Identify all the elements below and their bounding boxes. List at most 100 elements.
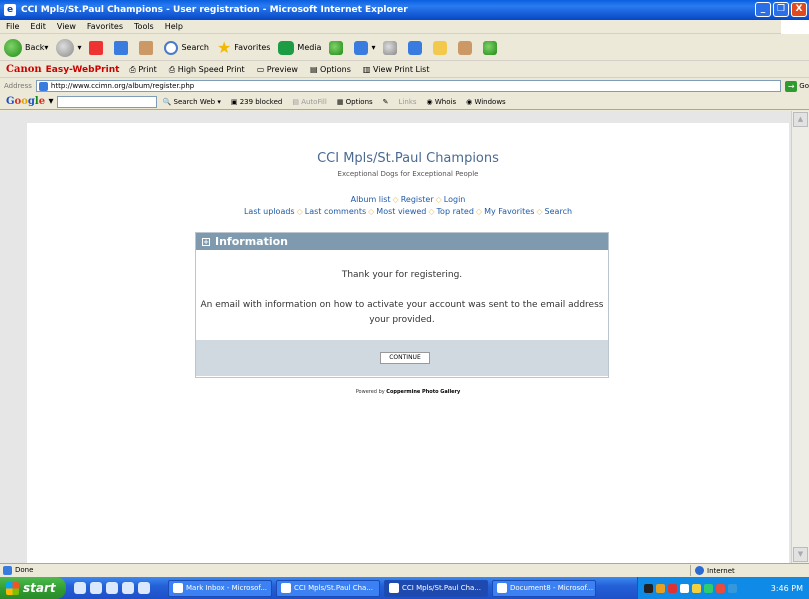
- globe-icon: [695, 566, 704, 575]
- popup-blocker-button[interactable]: ▣ 239 blocked: [231, 98, 283, 106]
- canon-print-button[interactable]: ⎙ Print: [129, 65, 156, 75]
- refresh-button[interactable]: [114, 40, 131, 55]
- folder-button[interactable]: [433, 40, 450, 55]
- canon-options-button[interactable]: ▤ Options: [310, 65, 351, 74]
- word-icon: [497, 583, 507, 593]
- go-button[interactable]: → Go: [785, 80, 809, 92]
- whois-label: Whois: [434, 97, 457, 106]
- menu-file[interactable]: File: [6, 22, 19, 31]
- research-button[interactable]: [458, 40, 475, 55]
- outlook-icon: [173, 583, 183, 593]
- search-button[interactable]: Search: [164, 40, 209, 55]
- ie-icon: [281, 583, 291, 593]
- nav-album-list[interactable]: Album list: [351, 195, 391, 204]
- clock[interactable]: 3:46 PM: [771, 584, 803, 593]
- canon-options-label: Options: [320, 65, 351, 74]
- tray-icon[interactable]: [680, 583, 689, 593]
- nav-last-uploads[interactable]: Last uploads: [244, 207, 295, 216]
- expand-icon[interactable]: +: [202, 237, 210, 246]
- maximize-button[interactable]: ❐: [773, 2, 789, 17]
- easy-webprint-menu[interactable]: Easy-WebPrint: [46, 65, 120, 75]
- powered-by: Powered by Coppermine Photo Gallery: [27, 389, 789, 395]
- tray-icon[interactable]: [692, 583, 701, 593]
- preview-button[interactable]: ▭ Preview: [257, 65, 298, 74]
- windows-label: Windows: [474, 97, 506, 106]
- browser-viewport: CCI Mpls/St.Paul Champions Exceptional D…: [0, 111, 791, 563]
- task-mark-inbox[interactable]: Mark Inbox - Microsof...: [168, 579, 272, 597]
- google-search-input[interactable]: [56, 95, 157, 108]
- nav-my-favorites[interactable]: My Favorites: [484, 207, 534, 216]
- tray-icon[interactable]: [644, 583, 653, 593]
- close-button[interactable]: X: [791, 2, 807, 17]
- print-button[interactable]: [383, 40, 400, 55]
- nav-separator-icon: ◇: [475, 207, 483, 216]
- home-button[interactable]: [139, 40, 156, 55]
- thank-you-message: Thank your for registering.: [341, 270, 463, 280]
- tray-icon[interactable]: [704, 583, 713, 593]
- view-print-list-button[interactable]: ▥ View Print List: [363, 65, 430, 74]
- nav-login[interactable]: Login: [444, 195, 466, 204]
- task-label: Document8 - Microsof...: [510, 584, 594, 592]
- menu-tools[interactable]: Tools: [134, 22, 154, 31]
- high-speed-print-button[interactable]: ⎙ High Speed Print: [169, 65, 245, 75]
- desktop-quicklaunch-icon[interactable]: [138, 582, 150, 594]
- standard-toolbar: Back ▾ ▾ Search ★ Favorites Media ▾: [0, 35, 809, 61]
- history-button[interactable]: [329, 40, 346, 55]
- tray-icon[interactable]: [728, 583, 737, 593]
- minimize-button[interactable]: _: [755, 2, 771, 17]
- vertical-scrollbar[interactable]: ▲ ▼: [791, 111, 809, 563]
- nav-most-viewed[interactable]: Most viewed: [376, 207, 426, 216]
- whois-link[interactable]: ◉ Whois: [427, 98, 457, 106]
- scroll-up-icon[interactable]: ▲: [793, 112, 808, 127]
- mail-button[interactable]: ▾: [354, 40, 375, 55]
- edit-button[interactable]: [408, 40, 425, 55]
- nav-separator-icon: ◇: [392, 195, 399, 204]
- google-options-button[interactable]: ▦ Options: [337, 98, 373, 106]
- google-logo[interactable]: Google ▾: [6, 96, 54, 107]
- information-box: + Information Thank your for registering…: [195, 232, 609, 378]
- nav-separator-icon: ◇: [368, 207, 375, 216]
- start-button[interactable]: start: [0, 577, 66, 599]
- outlook-quicklaunch-icon[interactable]: [90, 582, 102, 594]
- favorites-button[interactable]: ★ Favorites: [217, 38, 270, 57]
- tray-icon[interactable]: [716, 583, 725, 593]
- media-button[interactable]: Media: [278, 40, 321, 55]
- nav-top-rated[interactable]: Top rated: [437, 207, 474, 216]
- ie-quicklaunch-icon[interactable]: [74, 582, 86, 594]
- information-header: + Information: [196, 233, 608, 250]
- activation-message: An email with information on how to acti…: [200, 300, 604, 325]
- continue-button[interactable]: CONTINUE: [380, 352, 430, 364]
- print-icon: [383, 40, 398, 55]
- forward-button[interactable]: ▾: [56, 38, 81, 57]
- nav-register[interactable]: Register: [401, 195, 434, 204]
- title-bar: e CCI Mpls/St.Paul Champions - User regi…: [0, 0, 809, 20]
- menu-edit[interactable]: Edit: [30, 22, 46, 31]
- task-label: CCI Mpls/St.Paul Cha...: [294, 584, 374, 592]
- coppermine-link[interactable]: Coppermine Photo Gallery: [386, 389, 460, 395]
- canon-print-label: Print: [138, 64, 157, 74]
- firefox-quicklaunch-icon[interactable]: [122, 582, 134, 594]
- scroll-down-icon[interactable]: ▼: [793, 547, 808, 562]
- messenger-button[interactable]: [483, 40, 500, 55]
- tray-icon[interactable]: [656, 583, 665, 593]
- task-document8[interactable]: Document8 - Microsof...: [492, 579, 596, 597]
- menu-favorites[interactable]: Favorites: [87, 22, 123, 31]
- stop-button[interactable]: [89, 40, 106, 55]
- windows-link[interactable]: ◉ Windows: [466, 98, 506, 106]
- highlighter-icon[interactable]: ✎: [383, 98, 389, 106]
- back-button[interactable]: Back ▾: [4, 38, 48, 57]
- nav-search[interactable]: Search: [545, 207, 572, 216]
- menu-view[interactable]: View: [57, 22, 76, 31]
- task-cci-1[interactable]: CCI Mpls/St.Paul Cha...: [276, 579, 380, 597]
- media-quicklaunch-icon[interactable]: [106, 582, 118, 594]
- autofill-button[interactable]: ▤ AutoFill: [292, 98, 326, 106]
- high-speed-label: High Speed Print: [177, 64, 245, 74]
- tray-icon[interactable]: [668, 583, 677, 593]
- system-tray: 3:46 PM: [637, 577, 809, 599]
- search-web-button[interactable]: 🔍 Search Web ▾: [163, 98, 221, 106]
- menu-help[interactable]: Help: [165, 22, 183, 31]
- nav-last-comments[interactable]: Last comments: [305, 207, 366, 216]
- address-input[interactable]: http://www.ccimn.org/album/register.php: [35, 80, 782, 92]
- google-options-label: Options: [345, 97, 373, 106]
- task-cci-2[interactable]: CCI Mpls/St.Paul Cha...: [384, 579, 488, 597]
